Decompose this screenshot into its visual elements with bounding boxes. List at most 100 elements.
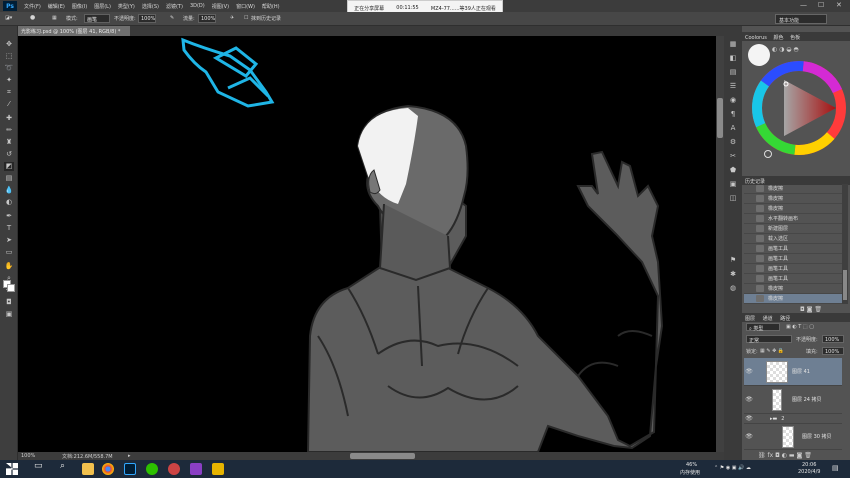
mode-select[interactable]: 画笔 xyxy=(84,14,110,23)
tab-color[interactable]: 颜色 xyxy=(773,35,783,41)
layer-filter-select[interactable]: ⌕ 类型 xyxy=(746,323,780,332)
app-icon[interactable] xyxy=(190,463,202,475)
panel-strip-icon[interactable]: ⚙ xyxy=(728,138,738,147)
history-item[interactable]: 画笔工具 xyxy=(744,274,842,284)
blend-mode-select[interactable]: 正常 xyxy=(746,335,792,344)
tray-icons[interactable]: ⌃ ⚑ ◉ ▣ 🔊 ☁ xyxy=(714,465,751,471)
status-arrow-icon[interactable]: ▸ xyxy=(128,453,131,459)
chrome-icon[interactable] xyxy=(102,463,114,475)
layer-row-selected[interactable]: 👁 图层 41 xyxy=(744,358,842,386)
workspace-select[interactable]: 基本功能 xyxy=(775,14,827,24)
layer-opacity-input[interactable]: 100% xyxy=(822,335,844,343)
lasso-tool-icon[interactable]: ➰ xyxy=(4,64,14,73)
layer-actions-icons[interactable]: ⛓ fx ◘ ◐ ▬ ◙ 🗑 xyxy=(758,452,812,459)
history-checkbox-icon[interactable]: ☐ xyxy=(244,15,248,21)
eye-icon[interactable]: 👁 xyxy=(744,368,754,375)
stamp-tool-icon[interactable]: ♜ xyxy=(4,138,14,147)
eraser-tool-icon[interactable]: ◩ xyxy=(4,162,14,171)
tab-swatches[interactable]: 色板 xyxy=(790,35,800,41)
search-taskbar-icon[interactable]: ⌕ xyxy=(60,461,65,471)
tab-layers[interactable]: 图层 xyxy=(745,316,755,322)
move-tool-icon[interactable]: ✥ xyxy=(4,40,14,49)
maximize-icon[interactable]: ☐ xyxy=(818,1,824,9)
panel-strip-icon[interactable]: ✱ xyxy=(728,270,738,279)
fill-input[interactable]: 100% xyxy=(822,347,844,355)
notification-icon[interactable]: ▤ xyxy=(832,464,839,472)
healing-brush-icon[interactable]: ✚ xyxy=(4,114,14,123)
brush-size-icon[interactable]: ● xyxy=(30,14,35,21)
history-item[interactable]: 橡皮擦 xyxy=(744,204,842,214)
eye-icon[interactable]: 👁 xyxy=(744,396,754,403)
brush-tool-icon[interactable]: ✏ xyxy=(4,126,14,135)
marquee-tool-icon[interactable]: ⬚ xyxy=(4,52,14,61)
canvas-vertical-scroll-thumb[interactable] xyxy=(717,98,723,138)
panel-strip-icon[interactable]: ◉ xyxy=(728,96,738,105)
screen-mode-icon[interactable]: ▣ xyxy=(4,310,14,319)
quick-mask-icon[interactable]: ◘ xyxy=(4,298,14,307)
canvas[interactable] xyxy=(18,36,716,452)
flow-input[interactable]: 100% xyxy=(198,14,216,23)
panel-strip-icon[interactable]: ▣ xyxy=(728,180,738,189)
history-item[interactable]: 画笔工具 xyxy=(744,264,842,274)
layer-row[interactable]: 👁 图层 24 拷贝 xyxy=(744,386,842,414)
path-select-icon[interactable]: ➤ xyxy=(4,236,14,245)
menu-view[interactable]: 视图(V) xyxy=(212,3,229,10)
dodge-tool-icon[interactable]: ◐ xyxy=(4,198,14,207)
history-item[interactable]: 载入选区 xyxy=(744,234,842,244)
brush-panel-icon[interactable]: ▦ xyxy=(52,15,57,21)
eye-icon[interactable]: 👁 xyxy=(744,433,754,440)
type-tool-icon[interactable]: T xyxy=(4,224,14,233)
blur-tool-icon[interactable]: 💧 xyxy=(4,186,14,195)
history-item[interactable]: 新建图层 xyxy=(744,224,842,234)
history-item-selected[interactable]: 橡皮擦 xyxy=(744,294,842,304)
zoom-level[interactable]: 100% xyxy=(21,453,35,459)
history-brush-icon[interactable]: ↺ xyxy=(4,150,14,159)
pressure-opacity-icon[interactable]: ✎ xyxy=(170,15,174,21)
menu-image[interactable]: 图像(I) xyxy=(72,3,87,10)
document-tab[interactable]: 光影练习.psd @ 100% (图层 41, RGB/8) * xyxy=(18,26,130,36)
panel-strip-icon[interactable]: ¶ xyxy=(728,110,738,119)
app-icon[interactable] xyxy=(168,463,180,475)
menu-file[interactable]: 文件(F) xyxy=(24,3,41,10)
gradient-tool-icon[interactable]: ▤ xyxy=(4,174,14,183)
layer-group-row[interactable]: 👁 ▸▬ 2 xyxy=(744,414,842,424)
shape-tool-icon[interactable]: ▭ xyxy=(4,248,14,257)
quick-select-icon[interactable]: ✦ xyxy=(4,76,14,85)
crop-tool-icon[interactable]: ⌗ xyxy=(4,88,14,97)
panel-strip-icon[interactable]: A xyxy=(728,124,738,133)
panel-strip-icon[interactable]: ⚑ xyxy=(728,256,738,265)
menu-layer[interactable]: 图层(L) xyxy=(94,3,111,10)
history-scroll-thumb[interactable] xyxy=(843,270,847,300)
wechat-icon[interactable] xyxy=(146,463,158,475)
color-mode-icon[interactable] xyxy=(764,150,772,158)
menu-select[interactable]: 选择(S) xyxy=(142,3,159,10)
close-icon[interactable]: ✕ xyxy=(836,1,842,9)
photoshop-taskbar-icon[interactable] xyxy=(124,463,136,475)
color-preset-icons[interactable]: ◐ ◑ ◒ ◓ xyxy=(772,46,799,53)
history-item[interactable]: 橡皮擦 xyxy=(744,194,842,204)
canvas-horizontal-scroll-thumb[interactable] xyxy=(350,453,415,459)
file-explorer-icon[interactable] xyxy=(82,463,94,475)
minimize-icon[interactable]: — xyxy=(800,1,807,9)
tab-channels[interactable]: 通道 xyxy=(763,316,773,322)
pen-tool-icon[interactable]: ✒ xyxy=(4,212,14,221)
menu-window[interactable]: 窗口(W) xyxy=(236,3,255,10)
history-item[interactable]: 橡皮擦 xyxy=(744,184,842,194)
lock-icons[interactable]: ▦ ✎ ✥ 🔒 xyxy=(760,348,784,354)
panel-strip-icon[interactable]: ☰ xyxy=(728,82,738,91)
history-actions-icons[interactable]: ◘ ◙ 🗑 xyxy=(800,306,822,313)
tab-coolorus[interactable]: Coolorus xyxy=(745,35,767,41)
hand-tool-icon[interactable]: ✋ xyxy=(4,262,14,271)
history-item[interactable]: 画笔工具 xyxy=(744,254,842,264)
panel-strip-icon[interactable]: ◍ xyxy=(728,284,738,293)
layer-filter-icons[interactable]: ▣ ◐ T ⬚ ▢ xyxy=(786,324,814,330)
eraser-preset-icon[interactable]: ◪▾ xyxy=(5,15,12,21)
menu-3d[interactable]: 3D(D) xyxy=(190,3,205,9)
opacity-input[interactable]: 100% xyxy=(138,14,156,23)
history-item[interactable]: 水平翻转画布 xyxy=(744,214,842,224)
menu-filter[interactable]: 滤镜(T) xyxy=(166,3,183,10)
menu-edit[interactable]: 编辑(E) xyxy=(48,3,65,10)
airbrush-icon[interactable]: ✈ xyxy=(230,15,234,21)
color-wheel[interactable] xyxy=(752,60,846,160)
eye-icon[interactable]: 👁 xyxy=(744,415,754,422)
